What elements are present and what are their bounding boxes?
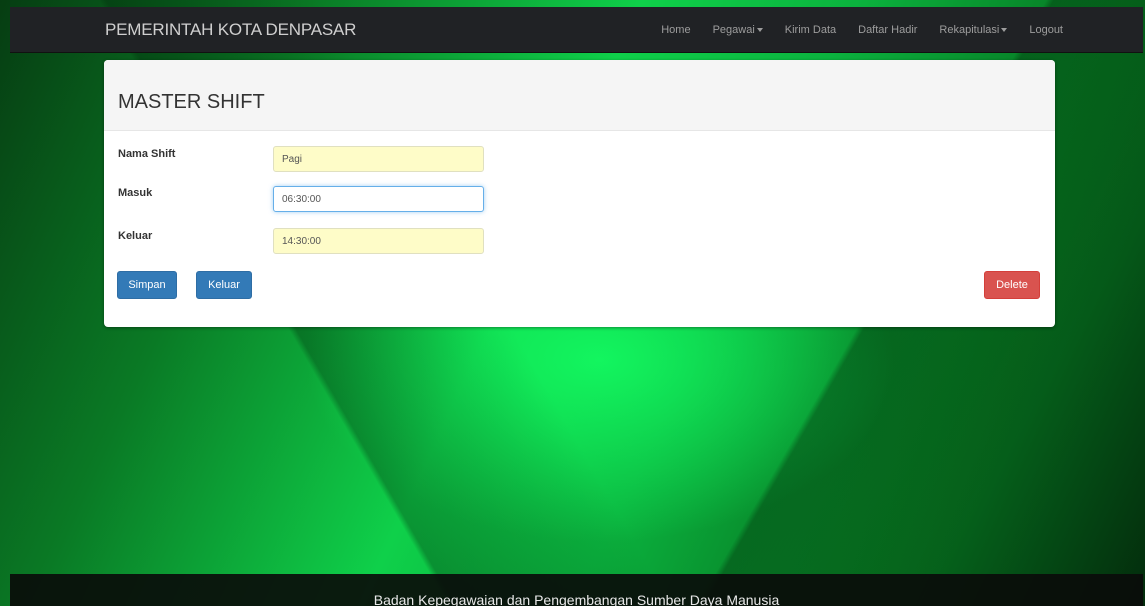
- masuk-label: Masuk: [118, 187, 153, 199]
- nav-item-label: Rekapitulasi: [939, 24, 1000, 36]
- caret-down-icon: [1001, 28, 1008, 33]
- nav-item-label: Logout: [1029, 24, 1063, 36]
- nav-item-label: Kirim Data: [784, 24, 837, 36]
- master-shift-panel: MASTER SHIFT Nama Shift Masuk Keluar Sim…: [104, 60, 1055, 327]
- nav-item-label: Daftar Hadir: [858, 24, 918, 36]
- panel-heading: MASTER SHIFT: [104, 60, 1055, 131]
- nama-shift-label: Nama Shift: [118, 148, 176, 160]
- delete-button[interactable]: Delete: [984, 271, 1040, 299]
- nav-item-daftar-hadir[interactable]: Daftar Hadir: [858, 24, 917, 36]
- nav-item-label: Home: [661, 24, 691, 36]
- nav-item-label: Pegawai: [712, 24, 755, 36]
- nav-item-logout[interactable]: Logout: [1029, 24, 1063, 36]
- keluar-label: Keluar: [118, 230, 153, 242]
- navbar-menu: Home Pegawai Kirim Data Daftar Hadir Rek…: [639, 24, 1063, 36]
- page-title: MASTER SHIFT: [118, 91, 265, 113]
- nav-item-home[interactable]: Home: [661, 24, 690, 36]
- navbar-brand[interactable]: PEMERINTAH KOTA DENPASAR: [105, 20, 356, 40]
- footer-text: Badan Kepegawaian dan Pengembangan Sumbe…: [373, 592, 780, 606]
- keluar-time-input[interactable]: [273, 228, 484, 254]
- page-footer: Badan Kepegawaian dan Pengembangan Sumbe…: [10, 574, 1143, 606]
- nav-item-kirim-data[interactable]: Kirim Data: [785, 24, 836, 36]
- nama-shift-input[interactable]: [273, 146, 484, 172]
- masuk-time-input[interactable]: [273, 186, 484, 212]
- top-navbar: PEMERINTAH KOTA DENPASAR Home Pegawai Ki…: [10, 7, 1143, 53]
- simpan-button[interactable]: Simpan: [117, 271, 177, 299]
- keluar-button[interactable]: Keluar: [196, 271, 252, 299]
- caret-down-icon: [756, 28, 763, 33]
- nav-item-rekapitulasi[interactable]: Rekapitulasi: [939, 24, 1008, 36]
- nav-item-pegawai[interactable]: Pegawai: [713, 24, 763, 36]
